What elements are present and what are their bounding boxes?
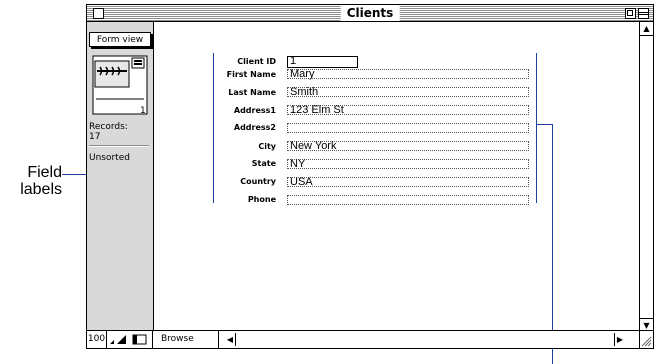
address2-field[interactable] — [287, 123, 529, 133]
field-label-address1: Address1 — [233, 106, 276, 115]
callout-line-2: labels — [20, 181, 62, 198]
field-label-state: State — [251, 159, 276, 168]
zoom-box[interactable] — [625, 8, 636, 19]
status-area: Form view 1 Records: 17 Unsorted — [87, 22, 154, 332]
book-page-number: 1 — [140, 106, 146, 116]
zoom-controls — [107, 331, 153, 348]
status-divider — [89, 145, 149, 147]
field-label-client-id: Client ID — [237, 57, 276, 66]
fields-connector-vertical — [552, 124, 553, 364]
title-bar[interactable]: Clients — [87, 5, 653, 22]
field-label-last-name: Last Name — [228, 88, 276, 97]
bottom-bar: 100 Browse ◀ ▶ — [87, 330, 653, 348]
callout-line-1: Field — [27, 164, 62, 181]
field-label-country: Country — [240, 177, 276, 186]
zoom-out-icon[interactable] — [110, 340, 114, 344]
zoom-in-icon[interactable] — [117, 335, 126, 344]
phone-field[interactable] — [287, 195, 529, 205]
records-count: 17 — [89, 132, 101, 142]
field-label-address2: Address2 — [233, 123, 276, 132]
client-id-field[interactable]: 1 — [287, 56, 358, 68]
field-label-phone: Phone — [247, 195, 276, 204]
vertical-scrollbar[interactable]: ▲ ▼ — [639, 22, 653, 332]
last-name-field[interactable]: Smith — [287, 87, 529, 98]
scroll-left-arrow-icon[interactable]: ◀ — [225, 333, 236, 346]
field-labels-callout: Field labels — [0, 164, 62, 198]
clients-window: Clients Form view 1 Records: 17 Unsorted — [86, 4, 654, 364]
country-field[interactable]: USA — [287, 177, 529, 188]
fields-bracket-line — [536, 53, 537, 203]
status-area-toggle-icon[interactable] — [132, 334, 147, 345]
close-box[interactable] — [93, 8, 104, 19]
fields-connector-horizontal — [536, 124, 552, 125]
scroll-right-arrow-icon[interactable]: ▶ — [614, 333, 625, 346]
form-layout: Client ID First Name Last Name Address1 … — [154, 22, 639, 364]
address1-field[interactable]: 123 Elm St — [287, 105, 529, 116]
resize-grip-icon[interactable] — [639, 331, 653, 348]
scroll-up-arrow-icon[interactable]: ▲ — [640, 22, 653, 36]
layout-menu-button[interactable]: Form view — [89, 32, 153, 49]
collapse-box[interactable] — [638, 8, 649, 19]
zoom-percentage[interactable]: 100 — [87, 331, 107, 348]
records-label: Records: — [89, 122, 128, 132]
state-field[interactable]: NY — [287, 159, 529, 170]
field-label-city: City — [258, 142, 276, 151]
sort-status: Unsorted — [89, 153, 130, 163]
window-title: Clients — [340, 5, 400, 21]
field-label-first-name: First Name — [226, 70, 276, 79]
first-name-field[interactable]: Mary — [287, 69, 529, 80]
city-field[interactable]: New York — [287, 141, 529, 152]
mode-selector[interactable]: Browse — [153, 331, 219, 348]
